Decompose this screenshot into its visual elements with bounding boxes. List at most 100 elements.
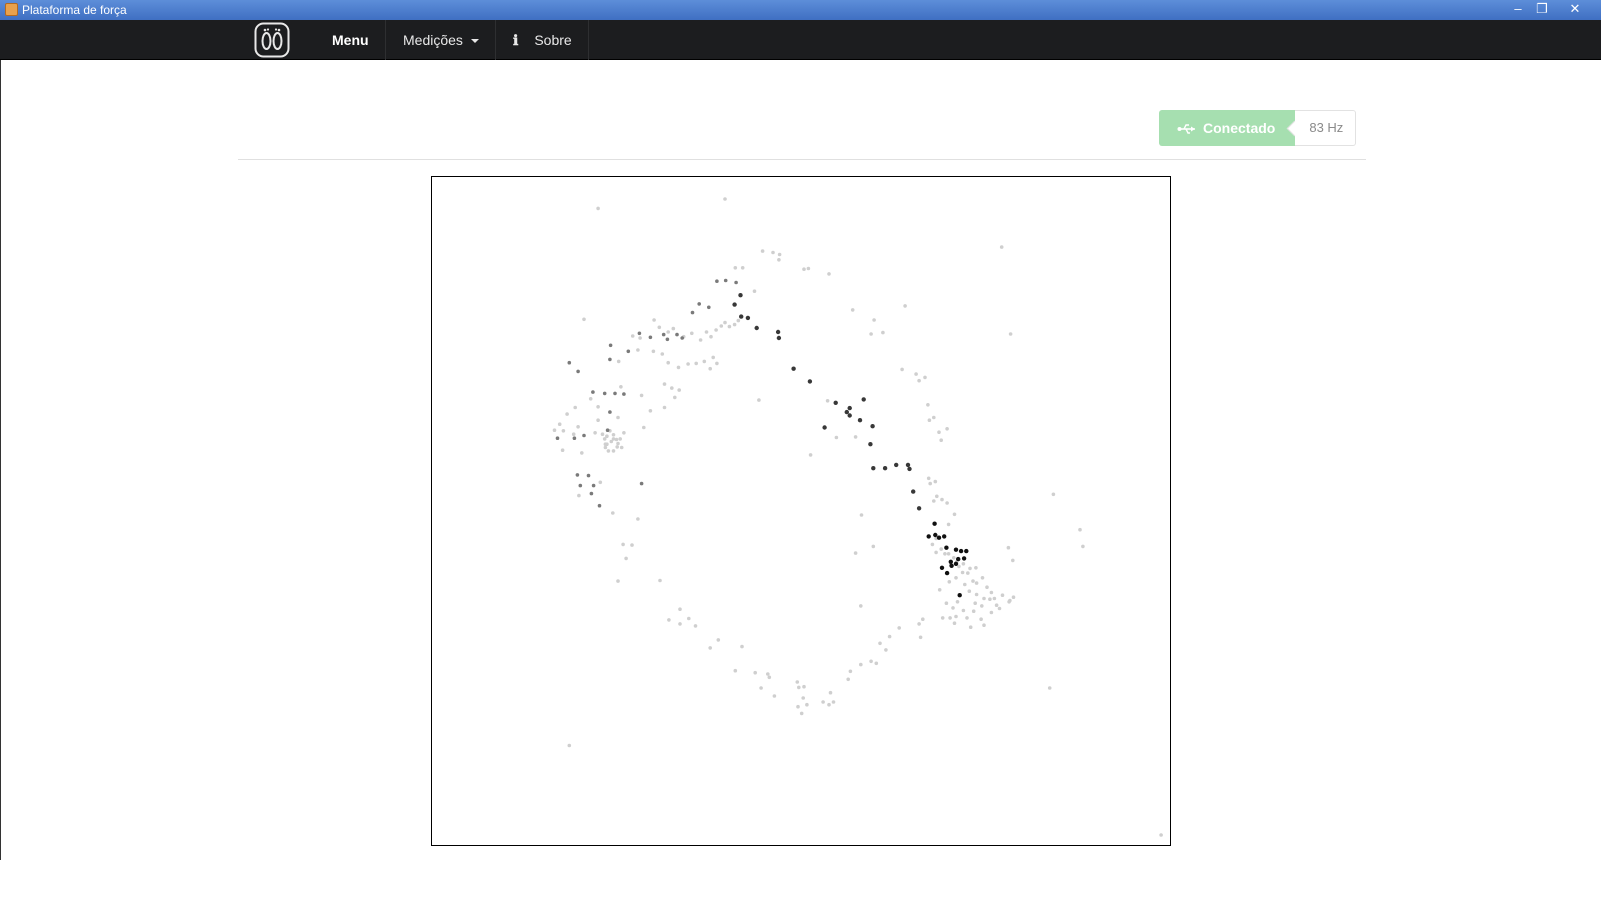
data-point — [980, 576, 985, 580]
data-point — [859, 604, 863, 608]
data-point — [872, 318, 876, 322]
data-point — [616, 359, 621, 364]
data-point — [588, 397, 593, 401]
data-point — [974, 566, 978, 570]
data-point — [961, 608, 966, 613]
data-point — [822, 425, 827, 430]
data-point — [966, 571, 970, 575]
nav-menu[interactable]: Menu — [316, 20, 386, 60]
data-point — [611, 511, 615, 515]
data-point — [596, 418, 600, 422]
nav-about-label: Sobre — [534, 32, 572, 48]
data-point — [871, 466, 876, 471]
data-point — [853, 551, 858, 555]
window-border — [0, 20, 1, 860]
data-point — [828, 690, 833, 695]
data-point — [952, 556, 956, 560]
nav-measurements-dropdown[interactable]: Medições — [387, 20, 496, 60]
data-point — [946, 522, 951, 527]
data-point — [871, 544, 876, 549]
data-point — [608, 410, 612, 414]
data-point — [857, 418, 863, 423]
data-point — [948, 559, 953, 564]
data-point — [611, 433, 616, 437]
data-point — [665, 337, 670, 342]
data-point — [997, 606, 1002, 611]
data-point — [667, 618, 671, 622]
data-point — [797, 685, 801, 690]
data-point — [821, 700, 825, 704]
data-point — [657, 325, 662, 330]
data-point — [933, 479, 938, 484]
window-titlebar: Plataforma de força ‒ ❐ ✕ — [0, 0, 1601, 20]
data-point — [943, 552, 947, 556]
data-point — [652, 318, 656, 322]
data-point — [591, 390, 595, 394]
data-point — [844, 409, 849, 415]
data-point — [777, 252, 782, 257]
data-point — [949, 563, 954, 568]
scatter-plot — [552, 197, 1163, 837]
data-point — [596, 405, 600, 409]
data-point — [698, 338, 703, 342]
data-point — [671, 326, 676, 331]
usb-icon — [1177, 124, 1195, 134]
data-point — [575, 473, 580, 477]
data-point — [707, 305, 711, 310]
data-point — [973, 601, 977, 605]
data-point — [1006, 545, 1011, 550]
data-point — [648, 335, 653, 340]
data-point — [952, 512, 957, 517]
data-point — [734, 280, 738, 285]
data-point — [954, 614, 958, 619]
restore-icon[interactable]: ❐ — [1530, 0, 1554, 18]
data-point — [642, 425, 646, 430]
data-point — [859, 662, 863, 667]
data-point — [805, 702, 809, 707]
data-point — [859, 513, 864, 517]
window-title: Plataforma de força — [22, 3, 127, 17]
minimize-icon[interactable]: ‒ — [1506, 0, 1530, 18]
data-point — [766, 672, 770, 676]
data-point — [598, 480, 603, 485]
feet-logo-icon[interactable] — [254, 22, 290, 58]
data-point — [916, 506, 922, 511]
data-point — [680, 336, 684, 340]
data-point — [961, 556, 967, 561]
data-point — [942, 534, 947, 539]
data-point — [979, 617, 983, 621]
data-point — [624, 556, 628, 561]
data-point — [802, 267, 806, 271]
data-point — [944, 570, 950, 576]
data-point — [937, 430, 941, 434]
data-point — [934, 550, 938, 555]
data-point — [1011, 558, 1015, 563]
data-point — [614, 437, 619, 442]
data-point — [723, 320, 727, 325]
data-point — [636, 348, 640, 352]
nav-about[interactable]: ℹ Sobre — [497, 20, 589, 60]
data-point — [709, 334, 713, 339]
data-point — [861, 397, 866, 402]
data-point — [715, 361, 719, 366]
data-point — [847, 413, 852, 418]
nav-menu-label: Menu — [332, 32, 369, 48]
data-point — [711, 355, 715, 360]
data-point — [939, 547, 943, 551]
data-point — [1011, 595, 1016, 599]
data-point — [953, 547, 959, 552]
connected-button[interactable]: Conectado — [1159, 110, 1296, 146]
data-point — [946, 552, 951, 556]
data-point — [767, 675, 772, 680]
data-point — [757, 398, 761, 402]
data-point — [961, 562, 966, 566]
data-point — [586, 473, 591, 478]
cop-plot-area — [431, 176, 1171, 846]
data-point — [825, 399, 830, 403]
close-icon[interactable]: ✕ — [1563, 0, 1587, 18]
data-point — [576, 369, 580, 374]
data-point — [636, 517, 640, 521]
data-point — [917, 622, 921, 626]
data-point — [694, 361, 698, 366]
data-point — [926, 476, 931, 481]
